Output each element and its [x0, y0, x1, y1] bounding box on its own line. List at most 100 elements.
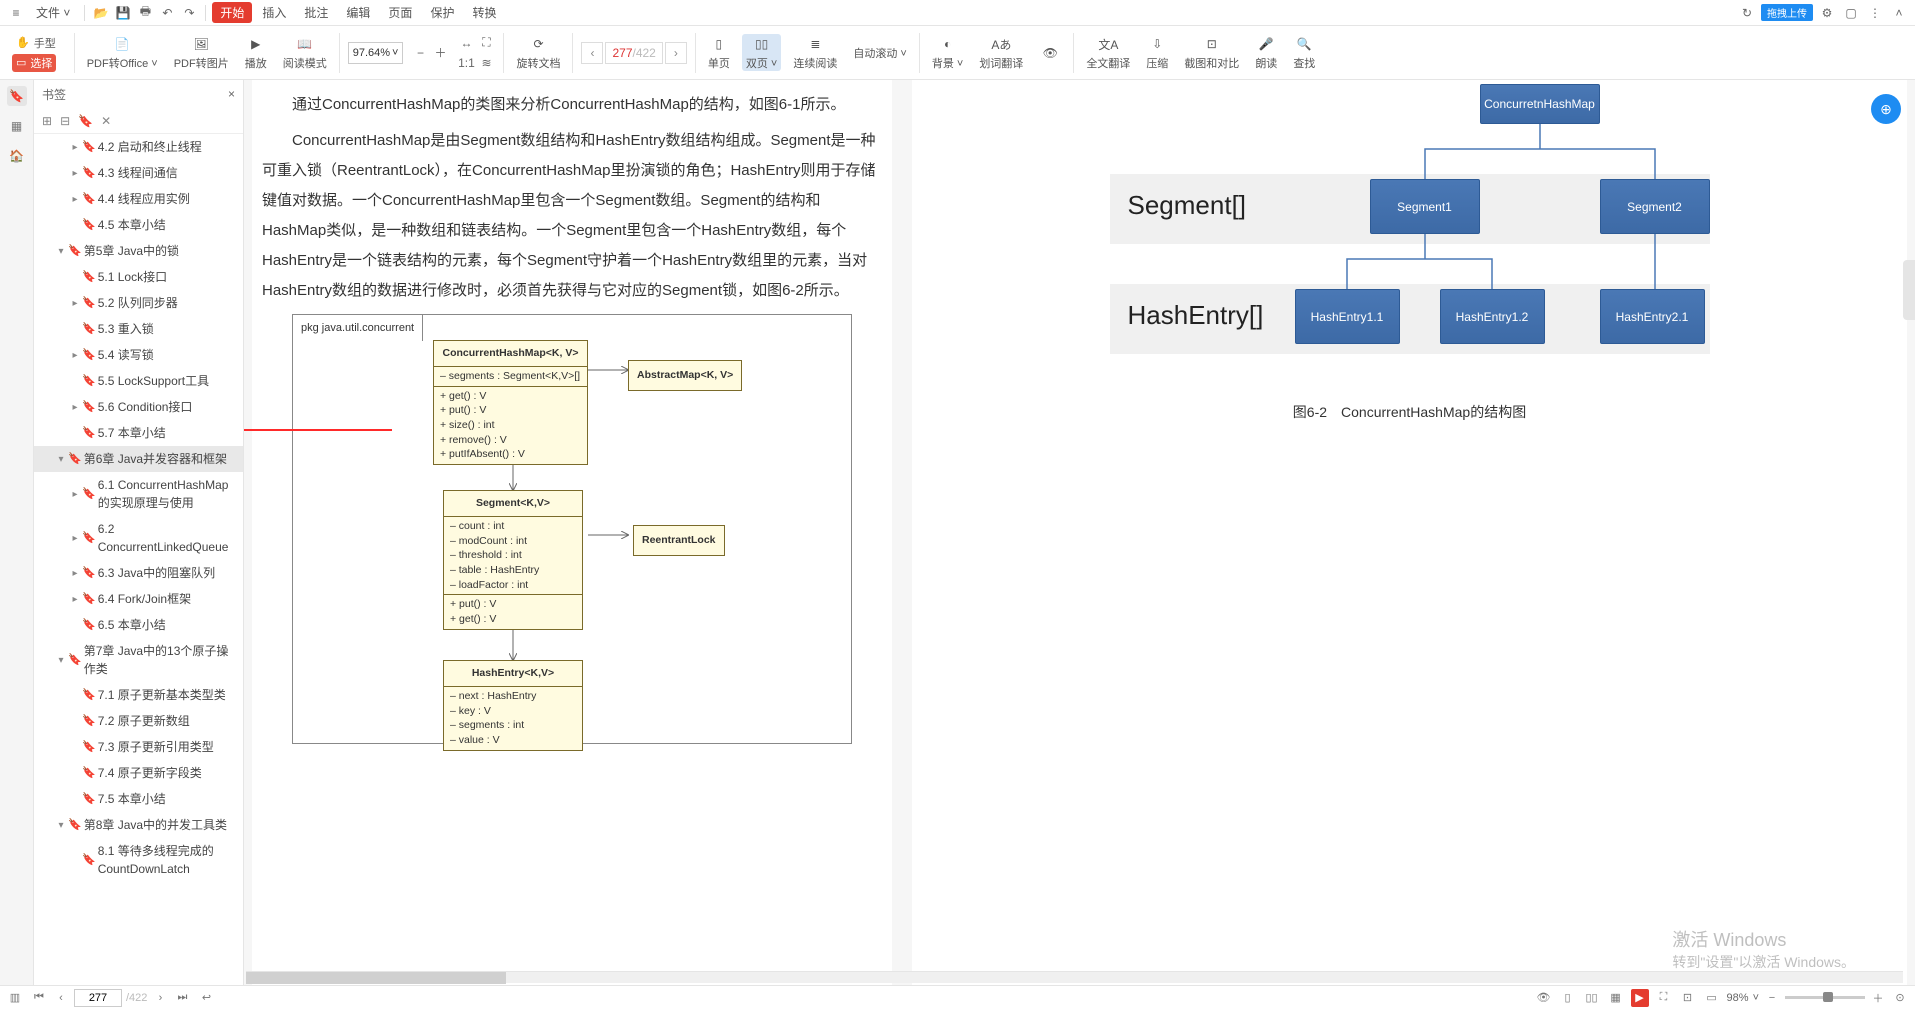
fit-icon[interactable]: ⊡ [1679, 989, 1697, 1007]
read-aloud[interactable]: 🎤朗读 [1251, 34, 1281, 71]
zoom-input[interactable]: 97.64% ˅ [348, 42, 404, 64]
bookmark-item[interactable]: ▾🔖第8章 Java中的并发工具类 [34, 812, 243, 838]
compress[interactable]: ⇩压缩 [1142, 34, 1172, 71]
collapse-all-icon[interactable]: ⊟ [60, 114, 70, 128]
menu-icon[interactable]: ≡ [6, 3, 26, 23]
bookmark-item[interactable]: ▸🔖6.3 Java中的阻塞队列 [34, 560, 243, 586]
sb-zoom-out-icon[interactable]: − [1763, 989, 1781, 1007]
layout1-icon[interactable]: ▯ [1559, 989, 1577, 1007]
print-icon[interactable]: 🖶 [135, 3, 155, 23]
read-mode[interactable]: 📖阅读模式 [279, 34, 331, 71]
open-icon[interactable]: 📂 [91, 3, 111, 23]
bookmark-item[interactable]: 🔖7.1 原子更新基本类型类 [34, 682, 243, 708]
prev-page-icon[interactable]: ‹ [52, 989, 70, 1007]
bookmark-item[interactable]: 🔖6.5 本章小结 [34, 612, 243, 638]
tab-convert[interactable]: 转换 [464, 2, 504, 23]
bookmark-item[interactable]: 🔖7.4 原子更新字段类 [34, 760, 243, 786]
play-icon[interactable]: ▶ [1631, 989, 1649, 1007]
layout3-icon[interactable]: ▦ [1607, 989, 1625, 1007]
bookmark-item[interactable]: 🔖5.5 LockSupport工具 [34, 368, 243, 394]
bookmark-item[interactable]: ▸🔖6.1 ConcurrentHashMap的实现原理与使用 [34, 472, 243, 516]
tab-start[interactable]: 开始 [212, 2, 252, 23]
bookmark-item[interactable]: ▾🔖第6章 Java并发容器和框架 [34, 446, 243, 472]
find[interactable]: 🔍查找 [1289, 34, 1319, 71]
redo-icon[interactable]: ↷ [179, 3, 199, 23]
last-page-icon[interactable]: ⏭ [173, 989, 191, 1007]
bookmark-delete-icon[interactable]: ✕ [101, 114, 111, 128]
file-menu[interactable]: 文件 ˅ [28, 2, 78, 23]
gear-icon[interactable]: ⚙ [1817, 3, 1837, 23]
sidebar-toggle-icon[interactable]: ▥ [6, 989, 24, 1007]
horizontal-scrollbar[interactable] [246, 971, 1903, 983]
sb-zoom-in-icon[interactable]: ＋ [1869, 989, 1887, 1007]
page-number[interactable]: 277/422 [605, 42, 662, 64]
next-page-icon[interactable]: › [151, 989, 169, 1007]
bookmark-item[interactable]: 🔖5.3 重入锁 [34, 316, 243, 342]
float-action-button[interactable]: ⊕ [1871, 94, 1901, 124]
fullscreen-icon[interactable]: ⛶ [1655, 989, 1673, 1007]
select-tool[interactable]: ▭选择 [12, 54, 56, 72]
next-page[interactable]: › [665, 42, 687, 64]
full-translate[interactable]: 文A全文翻译 [1082, 34, 1134, 71]
tab-edit[interactable]: 编辑 [338, 2, 378, 23]
hand-tool[interactable]: ✋手型 [12, 34, 60, 52]
fit-page-icon[interactable]: ⛶ [477, 34, 495, 52]
undo-icon[interactable]: ↶ [157, 3, 177, 23]
crop-compare[interactable]: ⊡截图和对比 [1180, 34, 1243, 71]
save-icon[interactable]: 💾 [113, 3, 133, 23]
view-mode-icon[interactable]: 👁 [1535, 989, 1553, 1007]
actual-size-icon[interactable]: 1:1 [457, 54, 475, 72]
auto-scroll[interactable]: 自动滚动 ˅ [849, 45, 910, 61]
bookmark-item[interactable]: 🔖5.7 本章小结 [34, 420, 243, 446]
prev-page[interactable]: ‹ [581, 42, 603, 64]
page-input[interactable] [74, 989, 122, 1007]
reflow-icon[interactable]: ≋ [477, 54, 495, 72]
pdf-to-office[interactable]: 📄PDF转Office ˅ [83, 34, 162, 71]
bookmark-item[interactable]: 🔖7.2 原子更新数组 [34, 708, 243, 734]
attachment-tab-icon[interactable]: 🏠 [7, 146, 27, 166]
expand-all-icon[interactable]: ⊞ [42, 114, 52, 128]
single-page[interactable]: ▯单页 [704, 34, 734, 71]
tab-protect[interactable]: 保护 [422, 2, 462, 23]
upload-tag[interactable]: 拖拽上传 [1761, 4, 1813, 21]
thumbnail-tab-icon[interactable]: ▦ [7, 116, 27, 136]
bookmark-item[interactable]: ▸🔖4.3 线程间通信 [34, 160, 243, 186]
bookmark-item[interactable]: ▸🔖6.4 Fork/Join框架 [34, 586, 243, 612]
bookmark-item[interactable]: 🔖7.5 本章小结 [34, 786, 243, 812]
bookmark-item[interactable]: ▸🔖6.2 ConcurrentLinkedQueue [34, 516, 243, 560]
bookmark-item[interactable]: 🔖5.1 Lock接口 [34, 264, 243, 290]
zoom-out-icon[interactable]: − [411, 44, 429, 62]
sb-fit-icon[interactable]: ⊙ [1891, 989, 1909, 1007]
bookmark-item[interactable]: ▾🔖第7章 Java中的13个原子操作类 [34, 638, 243, 682]
tab-annotate[interactable]: 批注 [296, 2, 336, 23]
bookmarks-tree[interactable]: ▸🔖4.2 启动和终止线程▸🔖4.3 线程间通信▸🔖4.4 线程应用实例🔖4.5… [34, 134, 243, 985]
zoom-in-icon[interactable]: ＋ [431, 44, 449, 62]
dict-translate[interactable]: Aあ划词翻译 [975, 34, 1027, 71]
double-page[interactable]: ▯▯双页 ˅ [742, 34, 781, 71]
eye-protect[interactable]: 👁 [1035, 43, 1065, 63]
bookmark-item[interactable]: 🔖8.1 等待多线程完成的CountDownLatch [34, 838, 243, 882]
presentation-icon[interactable]: ▭ [1703, 989, 1721, 1007]
bookmark-tab-icon[interactable]: 🔖 [7, 86, 27, 106]
zoom-slider[interactable] [1785, 996, 1865, 999]
layout2-icon[interactable]: ▯▯ [1583, 989, 1601, 1007]
rotate-button[interactable]: ⟳旋转文档 [512, 34, 564, 71]
tab-page[interactable]: 页面 [380, 2, 420, 23]
bookmark-item[interactable]: ▸🔖5.6 Condition接口 [34, 394, 243, 420]
pdf-to-image[interactable]: 🖼PDF转图片 [170, 34, 233, 71]
bookmark-item[interactable]: 🔖7.3 原子更新引用类型 [34, 734, 243, 760]
history-icon[interactable]: ↩ [197, 989, 215, 1007]
bookmark-item[interactable]: 🔖4.5 本章小结 [34, 212, 243, 238]
bookmark-item[interactable]: ▸🔖4.4 线程应用实例 [34, 186, 243, 212]
bookmark-item[interactable]: ▾🔖第5章 Java中的锁 [34, 238, 243, 264]
background[interactable]: ◐背景 ˅ [928, 34, 967, 71]
right-drag-handle[interactable] [1903, 260, 1915, 320]
play-button[interactable]: ▶播放 [241, 34, 271, 71]
bookmark-item[interactable]: ▸🔖5.2 队列同步器 [34, 290, 243, 316]
bookmark-item[interactable]: ▸🔖4.2 启动和终止线程 [34, 134, 243, 160]
first-page-icon[interactable]: ⏮ [30, 989, 48, 1007]
bookmark-item[interactable]: ▸🔖5.4 读写锁 [34, 342, 243, 368]
close-icon[interactable]: × [228, 87, 235, 101]
fit-width-icon[interactable]: ↔ [457, 34, 475, 52]
sync-icon[interactable]: ↻ [1737, 3, 1757, 23]
